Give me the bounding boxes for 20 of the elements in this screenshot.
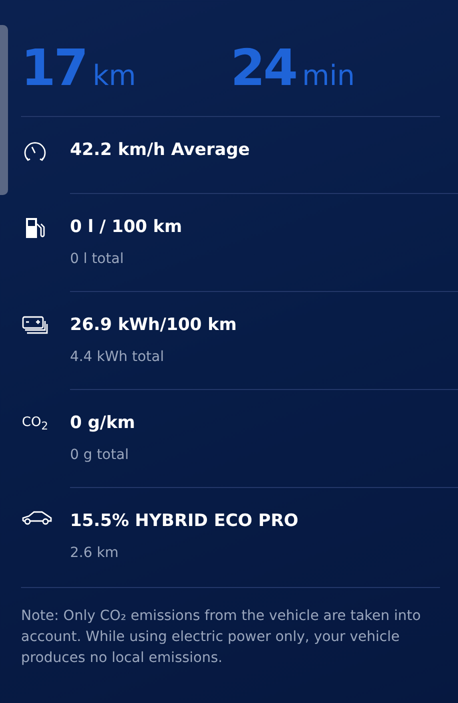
speedometer-icon xyxy=(22,139,48,163)
note-text: Note: Only CO₂ emissions from the vehicle are taken into account. While using electric power only, your vehicle produces no local emissions. xyxy=(21,607,422,668)
stat-subtitle: 0 l total xyxy=(70,250,125,268)
stat-subtitle: 0 g total xyxy=(70,446,130,464)
scrollbar-thumb[interactable] xyxy=(0,25,8,195)
fuel-pump-icon xyxy=(24,216,46,240)
summary-unit: km xyxy=(92,59,136,92)
stat-subtitle: 4.4 kWh total xyxy=(70,348,166,366)
stat-title: 0 g/km xyxy=(70,412,136,434)
stat-title: 0 l / 100 km xyxy=(70,216,184,238)
battery-icon xyxy=(21,314,49,336)
stat-title: 26.9 kWh/100 km xyxy=(70,314,238,336)
stat-subtitle: 2.6 km xyxy=(70,544,120,562)
co2-icon: CO$_{2}$ xyxy=(22,412,48,438)
stat-title: 15.5% HYBRID ECO PRO xyxy=(70,510,300,532)
car-icon xyxy=(21,510,53,526)
summary-value: 24 xyxy=(230,40,296,96)
summary-value: 17 xyxy=(21,40,87,96)
summary-unit: min xyxy=(302,59,355,92)
stat-title: 42.2 km/h Average xyxy=(70,139,251,161)
